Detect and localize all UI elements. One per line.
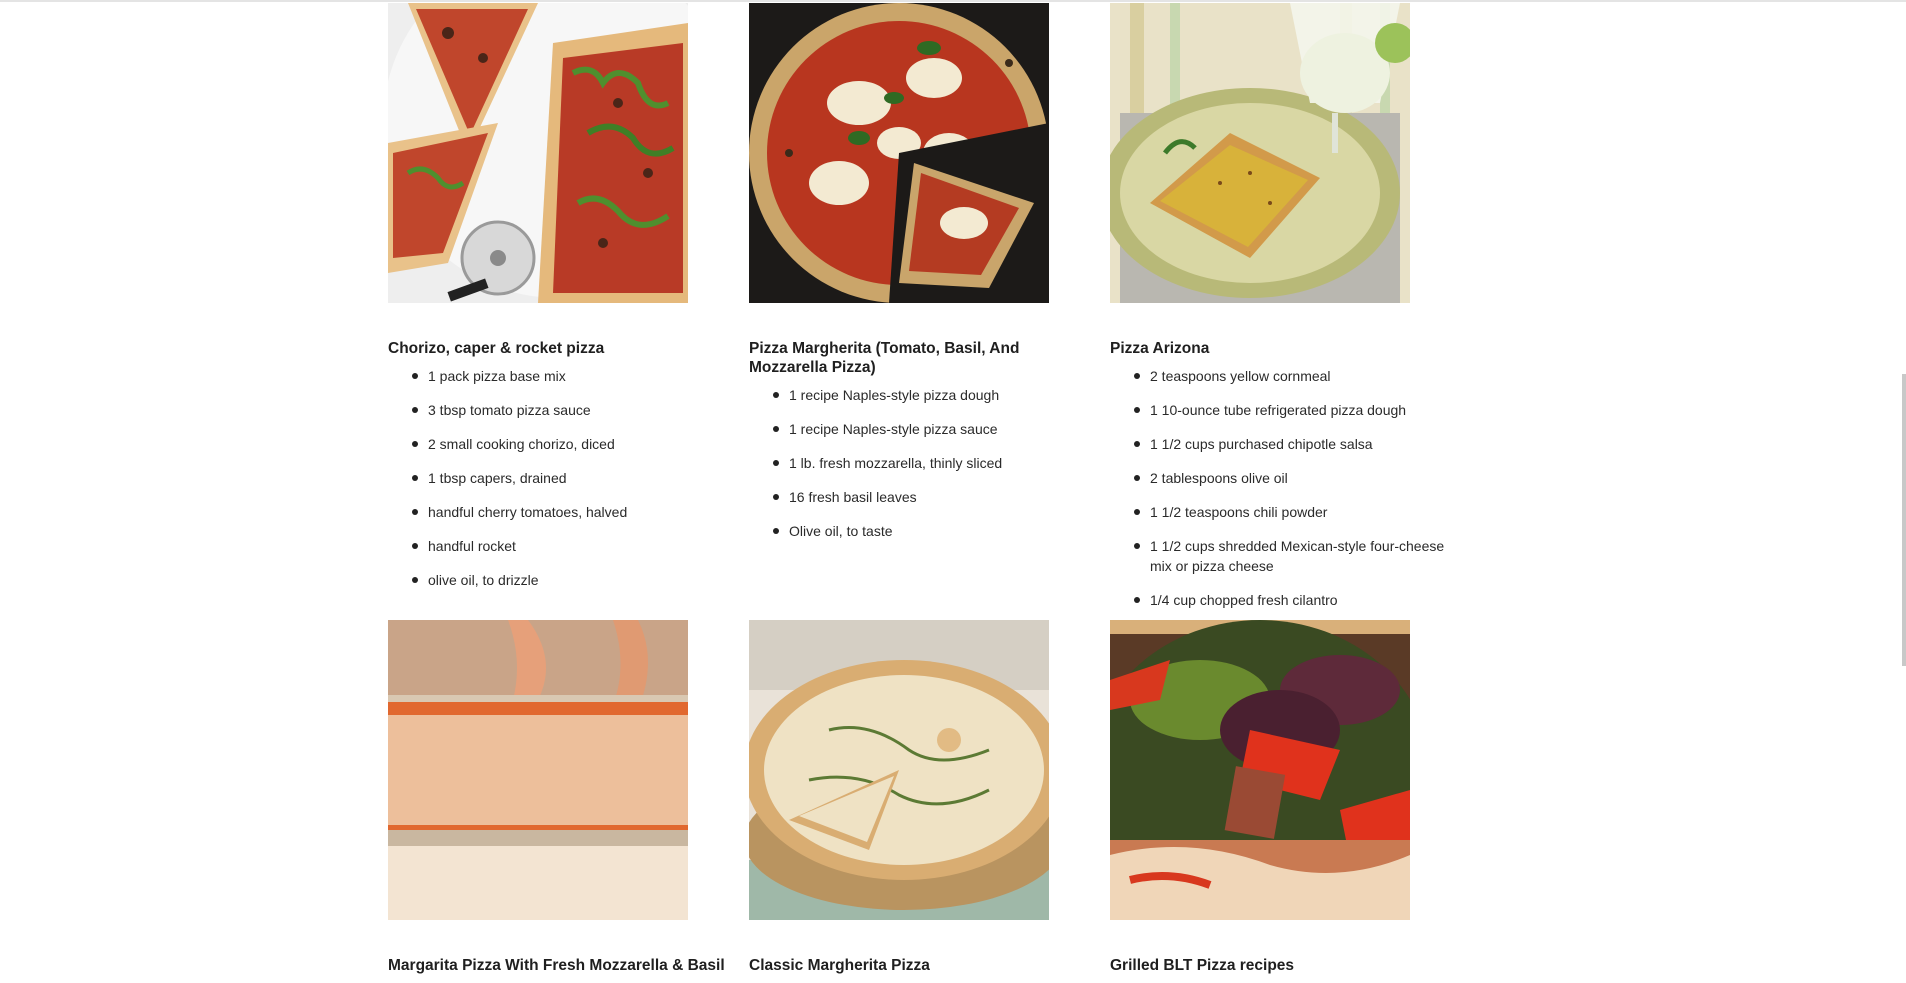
ingredient-item: 1 tbsp capers, drained — [412, 468, 728, 488]
ingredient-item: handful cherry tomatoes, halved — [412, 502, 728, 522]
recipe-card: Chorizo, caper & rocket pizza 1 pack piz… — [388, 3, 728, 604]
ingredient-item: 1 1/2 cups shredded Mexican-style four-c… — [1134, 536, 1450, 576]
recipe-title[interactable]: Margarita Pizza With Fresh Mozzarella & … — [388, 956, 728, 975]
recipe-photo-sheet-pan-pizza[interactable] — [388, 620, 688, 920]
ingredient-item: 2 small cooking chorizo, diced — [412, 434, 728, 454]
recipe-photo-pizza-arizona[interactable] — [1110, 3, 1410, 303]
recipe-card: Grilled BLT Pizza recipes — [1110, 620, 1450, 983]
page-scrollbar[interactable] — [1902, 374, 1906, 666]
ingredient-item: 1 10-ounce tube refrigerated pizza dough — [1134, 400, 1450, 420]
ingredient-item: 1/4 cup chopped fresh cilantro — [1134, 590, 1450, 610]
recipe-photo-grilled-blt-pizza[interactable] — [1110, 620, 1410, 920]
ingredient-item: 2 tablespoons olive oil — [1134, 468, 1450, 488]
ingredient-item: 1 recipe Naples-style pizza sauce — [773, 419, 1089, 439]
recipe-photo-chorizo-pizza[interactable] — [388, 3, 688, 303]
recipe-title[interactable]: Grilled BLT Pizza recipes — [1110, 956, 1450, 975]
recipe-photo-classic-margherita[interactable] — [749, 620, 1049, 920]
ingredient-item: 1 recipe Naples-style pizza dough — [773, 385, 1089, 405]
ingredient-item: 1 pack pizza base mix — [412, 366, 728, 386]
ingredient-item: 16 fresh basil leaves — [773, 487, 1089, 507]
ingredient-item: olive oil, to drizzle — [412, 570, 728, 590]
top-border — [0, 0, 1906, 2]
recipe-card: Pizza Margherita (Tomato, Basil, And Moz… — [749, 3, 1089, 555]
ingredient-list: 1 pack pizza base mix 3 tbsp tomato pizz… — [388, 366, 728, 590]
recipe-photo-margherita[interactable] — [749, 3, 1049, 303]
ingredient-item: 3 tbsp tomato pizza sauce — [412, 400, 728, 420]
ingredient-item: 1 lb. fresh mozzarella, thinly sliced — [773, 453, 1089, 473]
recipe-card: Pizza Arizona 2 teaspoons yellow cornmea… — [1110, 3, 1450, 624]
ingredient-item: 2 teaspoons yellow cornmeal — [1134, 366, 1450, 386]
recipe-card: Margarita Pizza With Fresh Mozzarella & … — [388, 620, 728, 983]
ingredient-list: 1 recipe Naples-style pizza dough 1 reci… — [749, 385, 1089, 541]
recipe-card: Classic Margherita Pizza — [749, 620, 1089, 983]
ingredient-item: handful rocket — [412, 536, 728, 556]
recipe-title[interactable]: Pizza Margherita (Tomato, Basil, And Moz… — [749, 339, 1089, 377]
recipe-title[interactable]: Classic Margherita Pizza — [749, 956, 1089, 975]
ingredient-item: 1 1/2 cups purchased chipotle salsa — [1134, 434, 1450, 454]
ingredient-item: 1 1/2 teaspoons chili powder — [1134, 502, 1450, 522]
ingredient-item: Olive oil, to taste — [773, 521, 1089, 541]
recipe-title[interactable]: Chorizo, caper & rocket pizza — [388, 339, 728, 358]
ingredient-list: 2 teaspoons yellow cornmeal 1 10-ounce t… — [1110, 366, 1450, 610]
recipe-title[interactable]: Pizza Arizona — [1110, 339, 1450, 358]
